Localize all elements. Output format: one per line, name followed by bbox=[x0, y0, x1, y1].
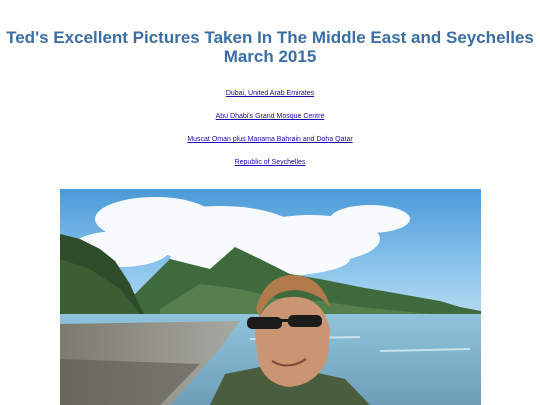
link-dubai[interactable]: Dubai, United Arab Emirates bbox=[0, 90, 540, 98]
page-title-line-2: March 2015 bbox=[223, 47, 317, 66]
link-abu-dhabi[interactable]: Abu Dhabi's Grand Mosque Centre bbox=[0, 113, 540, 121]
beach-selfie-photo bbox=[60, 189, 481, 405]
page-title-line-1: Ted's Excellent Pictures Taken In The Mi… bbox=[6, 28, 534, 47]
album-links: Dubai, United Arab Emirates Abu Dhabi's … bbox=[0, 90, 540, 182]
link-muscat-manama-doha[interactable]: Muscat Oman plus Manama Bahrain and Doha… bbox=[0, 136, 540, 144]
page-title: Ted's Excellent Pictures Taken In The Mi… bbox=[0, 28, 540, 66]
link-seychelles[interactable]: Republic of Seychelles bbox=[0, 159, 540, 167]
